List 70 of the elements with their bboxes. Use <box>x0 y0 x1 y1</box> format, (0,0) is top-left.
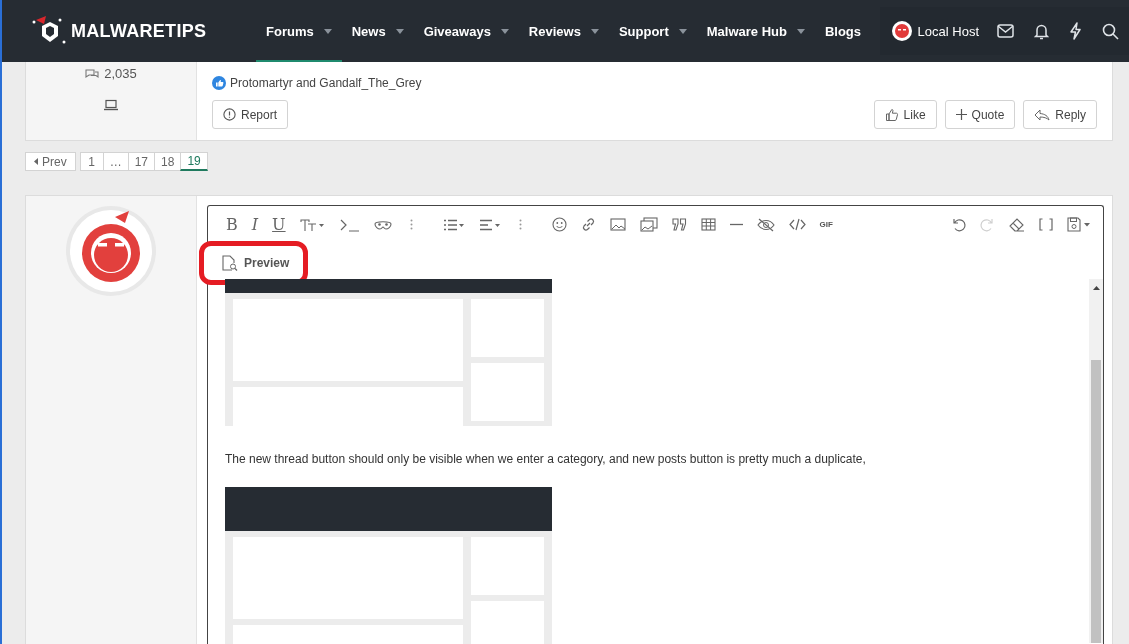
mail-icon[interactable] <box>997 24 1014 38</box>
table-icon[interactable] <box>700 218 716 231</box>
code-icon[interactable] <box>788 218 806 231</box>
media-icon[interactable] <box>639 217 658 232</box>
quote-button[interactable]: Quote <box>944 100 1016 129</box>
italic-button[interactable]: I <box>251 215 259 234</box>
nav-tab[interactable]: Giveaways <box>413 0 519 62</box>
bell-icon[interactable] <box>1034 22 1049 40</box>
caret-icon <box>500 28 509 34</box>
page-link[interactable]: 17 <box>127 152 156 171</box>
horizontal-line-icon[interactable] <box>729 223 743 226</box>
bold-button[interactable]: B <box>226 215 238 234</box>
nav-tab[interactable]: Reviews <box>518 0 609 62</box>
brackets-icon[interactable] <box>1039 218 1053 231</box>
list-icon[interactable] <box>442 218 465 231</box>
post-text: The new thread button should only be visible when we enter a category, and new posts button is pretty much a duplicate, <box>225 452 867 466</box>
more-options-icon[interactable] <box>518 219 522 230</box>
caret-icon <box>395 28 404 34</box>
avatar-icon <box>891 21 912 41</box>
plus-icon <box>955 109 967 120</box>
more-options-icon[interactable] <box>409 219 413 230</box>
image-icon[interactable] <box>609 218 626 231</box>
reply-arrow-icon <box>1034 108 1051 121</box>
undo-icon[interactable] <box>951 217 966 232</box>
underline-button[interactable]: U <box>272 215 286 234</box>
mask-icon[interactable] <box>373 218 392 231</box>
eye-slash-icon[interactable] <box>756 217 775 232</box>
alert-icon <box>223 108 236 121</box>
caret-icon <box>796 28 805 34</box>
smiley-icon[interactable] <box>551 217 567 232</box>
like-reaction-icon <box>212 76 226 90</box>
scroll-up-icon[interactable] <box>1092 286 1100 290</box>
lightning-icon[interactable] <box>1069 22 1082 40</box>
caret-icon <box>590 28 599 34</box>
link-icon[interactable] <box>580 217 596 232</box>
document-search-icon <box>222 254 238 272</box>
thumbs-up-icon <box>884 107 899 122</box>
caret-icon <box>323 28 332 34</box>
nav-tab[interactable]: News <box>341 0 414 62</box>
terminal-icon[interactable] <box>339 217 360 232</box>
laptop-icon <box>103 99 119 111</box>
page-link[interactable]: 19 <box>180 152 208 171</box>
save-draft-icon[interactable] <box>1067 217 1091 232</box>
nav-tab[interactable]: Support <box>608 0 697 62</box>
eraser-icon[interactable] <box>1009 217 1025 232</box>
caret-icon <box>678 28 687 34</box>
caret-icon <box>34 158 38 165</box>
message-count: 2,035 <box>104 66 137 81</box>
report-button[interactable]: Report <box>212 100 289 129</box>
site-logo[interactable]: MALWARETIPS <box>71 20 207 42</box>
search-icon[interactable] <box>1102 22 1119 40</box>
like-button[interactable]: Like <box>873 100 937 129</box>
align-icon[interactable] <box>478 218 501 231</box>
nav-tab[interactable]: Blogs <box>814 0 872 62</box>
page-link[interactable]: … <box>102 152 129 171</box>
logo-icon <box>30 16 68 46</box>
reply-button[interactable]: Reply <box>1023 100 1097 129</box>
page-link[interactable]: 1 <box>79 152 104 171</box>
messages-icon <box>85 67 100 80</box>
nav-tab[interactable]: Malware Hub <box>696 0 815 62</box>
reaction-list[interactable]: Protomartyr and Gandalf_The_Grey <box>230 76 422 90</box>
avatar-icon <box>65 205 157 297</box>
text-size-icon[interactable] <box>299 217 326 232</box>
scrollbar[interactable] <box>1089 279 1103 643</box>
prev-page-button[interactable]: Prev <box>25 152 76 171</box>
user-menu[interactable]: Local Host <box>879 21 987 41</box>
page-link[interactable]: 18 <box>154 152 182 171</box>
gif-button[interactable]: GIF <box>819 220 833 229</box>
preview-button[interactable]: Preview <box>199 241 309 285</box>
quote-icon[interactable] <box>671 218 687 231</box>
